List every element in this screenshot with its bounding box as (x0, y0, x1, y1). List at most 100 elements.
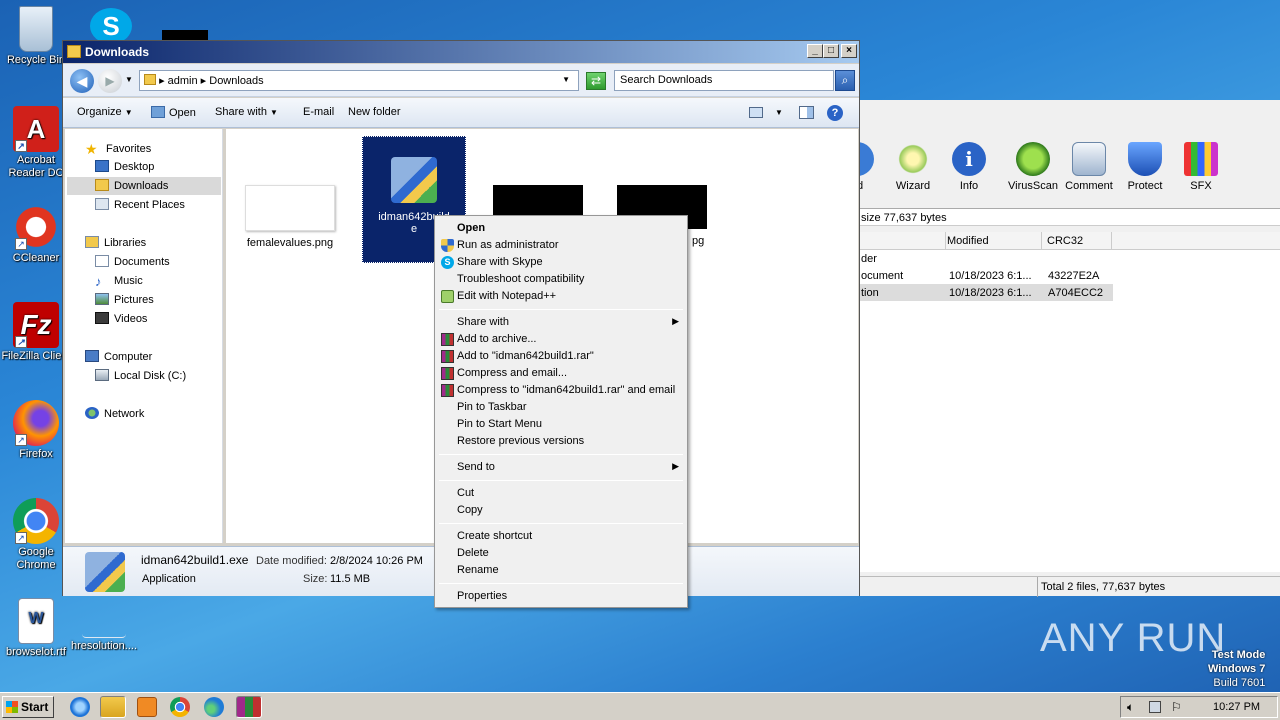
clock[interactable]: 10:27 PM (1213, 701, 1260, 713)
star-icon: ★ (85, 141, 98, 157)
minimize-button[interactable]: _ (807, 44, 823, 58)
address-dropdown-icon[interactable]: ▼ (562, 75, 570, 84)
search-input[interactable]: Search Downloads (614, 70, 834, 91)
menu-add-to-archive[interactable]: Add to archive... (437, 331, 685, 348)
command-bar: Organize ▼ Open Share with ▼ E-mail New … (63, 98, 859, 128)
filezilla-icon: Fz ↗ (13, 302, 59, 348)
nav-recent-places[interactable]: Recent Places (95, 196, 185, 214)
share-with-menu[interactable]: Share with ▼ (215, 106, 278, 118)
maximize-button[interactable]: □ (823, 44, 839, 58)
email-button[interactable]: E-mail (303, 106, 334, 118)
menu-cut[interactable]: Cut (437, 485, 685, 502)
winrar-window[interactable]: ad Wizard i Info VirusScan Comment Prote… (840, 100, 1280, 597)
speaker-icon[interactable]: 🔈︎ (1127, 700, 1134, 715)
nav-pictures[interactable]: Pictures (95, 291, 154, 309)
winrar-tool-virusscan[interactable]: VirusScan (1003, 142, 1063, 192)
menu-share-skype[interactable]: S Share with Skype (437, 254, 685, 271)
chrome-icon: ↗ (13, 498, 59, 544)
menu-properties[interactable]: Properties (437, 588, 685, 605)
network-tray-icon[interactable] (1149, 701, 1161, 713)
menu-pin-taskbar[interactable]: Pin to Taskbar (437, 399, 685, 416)
nav-network[interactable]: Network (85, 405, 144, 423)
col-crc32[interactable]: CRC32 (1047, 235, 1083, 247)
explorer-taskbar-icon[interactable] (100, 696, 126, 718)
view-options-icon[interactable] (749, 107, 763, 118)
winrar-tool-comment[interactable]: Comment (1059, 142, 1119, 192)
menu-separator (439, 480, 683, 481)
edge-taskbar-icon[interactable] (204, 697, 224, 717)
submenu-arrow-icon: ▶ (672, 316, 679, 326)
menu-edit-notepadpp[interactable]: Edit with Notepad++ (437, 288, 685, 305)
close-button[interactable]: × (841, 44, 857, 58)
search-icon[interactable]: ⌕ (835, 70, 855, 91)
table-row[interactable]: ocument 10/18/2023 6:1... 43227E2A (859, 267, 1280, 284)
flag-icon[interactable]: ⚐ (1171, 700, 1182, 714)
winrar-icon (441, 384, 454, 397)
winrar-file-list[interactable]: Modified CRC32 der ocument 10/18/2023 6:… (859, 232, 1280, 572)
nav-documents[interactable]: Documents (95, 253, 170, 271)
winrar-tool-wizard[interactable]: Wizard (883, 142, 943, 192)
menu-create-shortcut[interactable]: Create shortcut (437, 528, 685, 545)
desktop-icon-hresolution[interactable]: hresolution.... (68, 598, 140, 653)
menu-rename[interactable]: Rename (437, 562, 685, 579)
details-size-value: 11.5 MB (330, 573, 371, 585)
table-row[interactable]: tion 10/18/2023 6:1... A704ECC2 (859, 284, 1113, 301)
menu-pin-start[interactable]: Pin to Start Menu (437, 416, 685, 433)
menu-troubleshoot[interactable]: Troubleshoot compatibility (437, 271, 685, 288)
network-icon (85, 407, 99, 419)
menu-share-with[interactable]: Share with ▶ (437, 314, 685, 331)
chevron-down-icon[interactable]: ▼ (775, 108, 783, 117)
winrar-taskbar-icon[interactable] (236, 696, 262, 718)
menu-add-to-rar[interactable]: Add to "idman642build1.rar" (437, 348, 685, 365)
organize-menu[interactable]: Organize ▼ (77, 106, 133, 118)
menu-send-to[interactable]: Send to ▶ (437, 459, 685, 476)
history-dropdown-icon[interactable]: ▼ (125, 75, 133, 84)
context-menu[interactable]: Open Run as administrator S Share with Sk… (434, 215, 688, 608)
winrar-tool-info[interactable]: i Info (939, 142, 999, 192)
open-button[interactable]: Open (151, 106, 196, 119)
navigation-pane[interactable]: ★ Favorites Desktop Downloads Recent Plac… (65, 129, 223, 543)
nav-videos[interactable]: Videos (95, 310, 147, 328)
menu-compress-rar-email[interactable]: Compress to "idman642build1.rar" and ema… (437, 382, 685, 399)
info-icon: i (952, 142, 986, 176)
nav-music[interactable]: ♪ Music (95, 272, 143, 290)
ie-taskbar-icon[interactable] (70, 697, 90, 717)
back-button[interactable]: ◀ (70, 69, 94, 93)
menu-delete[interactable]: Delete (437, 545, 685, 562)
start-button[interactable]: Start (2, 696, 54, 718)
nav-libraries[interactable]: Libraries (85, 234, 146, 252)
nav-favorites[interactable]: ★ Favorites (85, 139, 151, 157)
preview-pane-icon[interactable] (799, 106, 814, 119)
title-bar[interactable]: Downloads _ □ × (63, 41, 859, 63)
skype-icon: S (441, 256, 454, 269)
menu-copy[interactable]: Copy (437, 502, 685, 519)
file-item-femalevalues[interactable]: femalevalues.png (238, 185, 342, 249)
breadcrumb-downloads[interactable]: Downloads (209, 75, 263, 87)
sfx-box-icon (1184, 142, 1218, 176)
forward-button[interactable]: ▶ (98, 69, 122, 93)
table-row[interactable]: der (859, 250, 1280, 267)
chevron-down-icon: ▼ (270, 108, 278, 117)
winrar-tool-sfx[interactable]: SFX (1171, 142, 1231, 192)
menu-open[interactable]: Open (437, 220, 685, 237)
breadcrumb-admin[interactable]: admin (168, 75, 198, 87)
libraries-icon (85, 236, 99, 248)
media-player-taskbar-icon[interactable] (137, 697, 157, 717)
nav-local-disk[interactable]: Local Disk (C:) (95, 367, 186, 385)
menu-restore-versions[interactable]: Restore previous versions (437, 433, 685, 450)
skype-desktop-icon[interactable]: S (90, 8, 132, 44)
menu-run-as-admin[interactable]: Run as administrator (437, 237, 685, 254)
new-folder-button[interactable]: New folder (348, 106, 401, 118)
winrar-tool-protect[interactable]: Protect (1115, 142, 1175, 192)
nav-desktop[interactable]: Desktop (95, 158, 154, 176)
documents-icon (95, 255, 109, 267)
desktop-icon-browselot[interactable]: W browselot.rtf (0, 598, 72, 659)
help-icon[interactable]: ? (827, 105, 843, 121)
chrome-taskbar-icon[interactable] (170, 697, 190, 717)
menu-compress-email[interactable]: Compress and email... (437, 365, 685, 382)
refresh-button[interactable]: ⇄ (586, 72, 606, 90)
nav-downloads[interactable]: Downloads (67, 177, 221, 195)
address-bar[interactable]: ▸ admin ▸ Downloads ▼ (139, 70, 579, 91)
nav-computer[interactable]: Computer (85, 348, 152, 366)
col-modified[interactable]: Modified (947, 235, 989, 247)
